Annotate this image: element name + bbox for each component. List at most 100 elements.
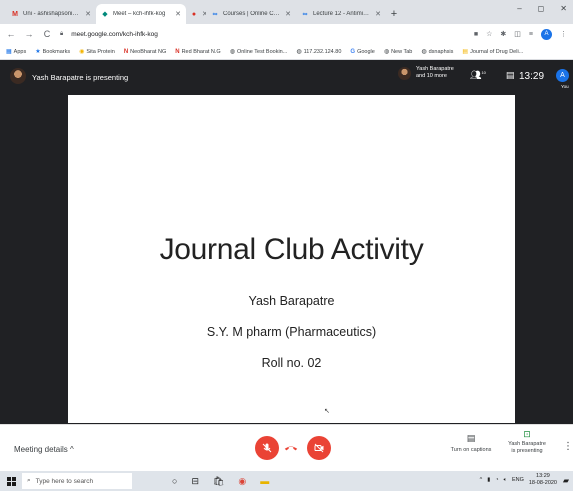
language-indicator[interactable]: ENG (512, 477, 524, 483)
meeting-clock: 13:29 (519, 71, 545, 82)
mic-toggle-button[interactable] (255, 436, 279, 460)
camera-off-icon (314, 443, 324, 453)
network-icon[interactable]: ◔ (495, 477, 498, 483)
participant-avatar (398, 66, 411, 80)
tab-title: Courses | Online Courses & Cla (223, 11, 281, 17)
document-icon: ▤ (462, 49, 469, 55)
tab-lecture[interactable]: ∞ Lecture 12 - Antimicrobial suscep ✕ (296, 4, 386, 24)
site-icon: N (175, 48, 180, 55)
profile-avatar[interactable]: A (541, 28, 552, 40)
bookmark-item[interactable]: ◍ Online Test Bookin... (229, 48, 288, 56)
close-tab-icon[interactable]: ✕ (85, 10, 91, 18)
search-icon: ⌕ (27, 477, 31, 484)
more-options-icon[interactable]: ⋮ (563, 441, 573, 452)
close-tab-icon[interactable]: ✕ (175, 10, 181, 18)
close-window-button[interactable]: ✕ (560, 4, 567, 13)
meeting-details-button[interactable]: Meeting details ^ (14, 445, 74, 454)
captions-button[interactable]: ▤ Turn on captions (446, 433, 496, 453)
window-controls: – ◻ ✕ (517, 4, 567, 13)
hang-up-button[interactable] (282, 441, 300, 455)
tab-recording[interactable]: ● ✕ (186, 4, 206, 24)
address-bar-row: ← → C 🔒︎ meet.google.com/kch-ihfk-kog ■ … (0, 24, 573, 44)
slide-presenter-name: Yash Barapatre (248, 294, 335, 308)
back-button[interactable]: ← (6, 29, 16, 39)
taskbar-search[interactable]: ⌕ Type here to search (22, 473, 132, 489)
store-icon[interactable]: 🛍︎ (213, 476, 224, 487)
search-placeholder: Type here to search (35, 477, 94, 485)
chrome-icon[interactable]: ◉ (238, 476, 246, 487)
maximize-button[interactable]: ◻ (538, 4, 545, 13)
cortana-icon[interactable]: ○ (172, 476, 177, 486)
present-screen-icon: ⊡ (523, 429, 531, 439)
globe-icon: ◍ (229, 49, 235, 55)
task-view-icon[interactable]: ⊟ (191, 476, 199, 487)
slide-roll-number: Roll no. 02 (261, 356, 322, 370)
lecture-icon: ∞ (302, 10, 308, 18)
windows-logo-icon (6, 476, 16, 486)
captions-icon: ▤ (466, 433, 476, 443)
participant-more: and 10 more (416, 73, 447, 79)
bookmark-item[interactable]: N Red Bharat N.G (175, 49, 220, 55)
media-icon[interactable]: ◫ (514, 30, 521, 38)
reload-button[interactable]: C (42, 29, 52, 39)
globe-icon: ◍ (421, 49, 427, 55)
bookmark-star-icon[interactable]: ☆ (486, 30, 492, 38)
bookmark-item[interactable]: ◍ dsnaphsis (421, 48, 453, 56)
reading-list-icon[interactable]: ≡ (529, 31, 533, 38)
camera-toggle-button[interactable] (307, 436, 331, 460)
presenting-label: Yash Barapatre is presenting (32, 73, 129, 82)
bookmark-item[interactable]: N NeoBharat NG (124, 49, 166, 55)
tab-courses[interactable]: ∞ Courses | Online Courses & Cla ✕ (206, 4, 296, 24)
tab-meet[interactable]: ◆ Meet – kch-ihfk-kog ✕ (96, 4, 186, 24)
record-icon: ● (191, 10, 197, 18)
bookmark-item[interactable]: ◍ New Tab (383, 48, 413, 56)
bookmark-item[interactable]: ◍ 117.232.124.80 (296, 48, 341, 56)
tray-chevron-icon[interactable]: ^ (480, 477, 483, 483)
meet-top-bar: Yash Barapatre is presenting Yash Barapa… (0, 60, 573, 95)
globe-icon: ◍ (383, 49, 390, 55)
apps-icon: ▦ (6, 49, 12, 55)
chat-icon[interactable]: ▤ (506, 70, 515, 81)
clock-date[interactable]: 13:29 18-08-2020 (529, 473, 557, 487)
system-tray: ^ ▮ ◔ 🔈︎ ENG 13:29 18-08-2020 (480, 473, 557, 487)
people-count: 10 (481, 70, 486, 75)
menu-dots-icon[interactable]: ⋮ (560, 30, 567, 38)
slide-program: S.Y. M pharm (Pharmaceutics) (206, 325, 377, 339)
people-icon[interactable]: 👥︎10 (470, 70, 486, 81)
slide-title: Journal Club Activity (159, 233, 424, 266)
extension-icons: ■ ☆ ✱ ◫ ≡ A ⋮ (474, 28, 567, 40)
star-icon: ★ (35, 49, 41, 55)
url-field[interactable]: meet.google.com/kch-ihfk-kog (71, 31, 466, 38)
start-button[interactable] (0, 471, 22, 491)
battery-icon[interactable]: ▮ (487, 477, 490, 483)
chevron-up-icon: ^ (70, 445, 74, 454)
camera-icon[interactable]: ■ (474, 31, 478, 38)
self-label: You (561, 84, 569, 89)
tab-gmail[interactable]: M Uni - ashishapsonio9@gmail.cc ✕ (6, 4, 96, 24)
notification-icon[interactable]: ▰ (563, 476, 569, 485)
volume-icon[interactable]: 🔈︎ (504, 477, 507, 484)
globe-icon: ◍ (296, 49, 302, 55)
new-tab-button[interactable]: + (386, 4, 402, 24)
bookmark-item[interactable]: ▤ Journal of Drug Deli... (462, 48, 523, 56)
close-tab-icon[interactable]: ✕ (285, 10, 291, 18)
bookmark-item[interactable]: ★ Bookmarks (35, 48, 70, 56)
lock-icon[interactable]: 🔒︎ (60, 31, 63, 38)
presenting-status-button[interactable]: ⊡ Yash Barapatre is presenting (502, 429, 552, 455)
forward-button[interactable]: → (24, 29, 34, 39)
bookmark-item[interactable]: ◉ Sita Protein (79, 48, 115, 56)
participant-name: Yash Barapatre (416, 66, 454, 72)
extension-icon[interactable]: ✱ (500, 30, 506, 38)
meet-controls-bar: Meeting details ^ ▤ Turn on captions ⊡ Y… (0, 424, 573, 471)
meet-icon: ◆ (102, 11, 108, 18)
self-avatar[interactable]: A (556, 69, 569, 82)
minimize-button[interactable]: – (517, 4, 521, 13)
browser-tab-strip: M Uni - ashishapsonio9@gmail.cc ✕ ◆ Meet… (0, 0, 573, 24)
mic-off-icon (262, 443, 272, 453)
close-tab-icon[interactable]: ✕ (375, 10, 381, 18)
bookmark-item[interactable]: G Google (350, 49, 374, 55)
participant-tile[interactable]: Yash Barapatre and 10 more (398, 66, 454, 80)
bookmark-item[interactable]: ▦ Apps (6, 48, 26, 56)
courses-icon: ∞ (212, 10, 218, 18)
file-explorer-icon[interactable]: ▬ (260, 476, 269, 486)
